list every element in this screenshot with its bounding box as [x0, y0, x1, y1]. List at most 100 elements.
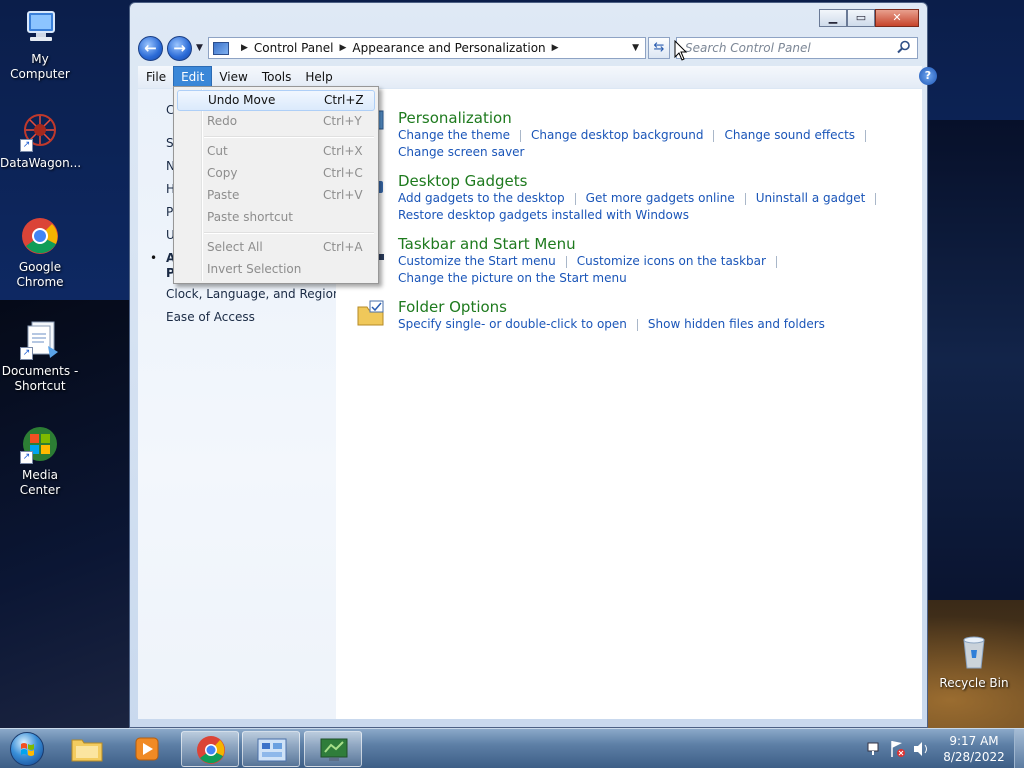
volume-icon[interactable]: [914, 742, 927, 756]
menu-item-cut[interactable]: Cut Ctrl+X: [177, 142, 375, 163]
control-panel-icon: [257, 738, 287, 762]
folder-icon: [71, 739, 103, 762]
refresh-button[interactable]: ⇆: [648, 37, 670, 59]
link-divider: [875, 192, 877, 205]
taskbar-remote-app-button[interactable]: [304, 731, 362, 767]
link-get-more-gadgets[interactable]: Get more gadgets online: [586, 191, 735, 205]
link-change-screen-saver[interactable]: Change screen saver: [398, 145, 525, 159]
link-divider: [520, 129, 522, 142]
menu-file[interactable]: File: [139, 67, 173, 87]
menu-item-paste[interactable]: Paste Ctrl+V: [177, 186, 375, 207]
link-change-sound-effects[interactable]: Change sound effects: [724, 128, 855, 142]
media-center-icon: ↗: [20, 424, 60, 464]
taskbar-explorer-button[interactable]: [58, 731, 116, 767]
menu-item-undo-move[interactable]: Undo Move Ctrl+Z: [177, 90, 375, 111]
menu-item-label: Paste: [207, 188, 240, 202]
search-icon[interactable]: [897, 40, 911, 54]
menu-item-copy[interactable]: Copy Ctrl+C: [177, 164, 375, 185]
back-button[interactable]: ←: [138, 36, 163, 61]
desktop-icon-label: My Computer: [10, 52, 70, 81]
taskbar-media-player-button[interactable]: [118, 731, 176, 767]
address-dropdown-icon[interactable]: ▼: [632, 43, 639, 53]
shortcut-arrow-icon: ↗: [20, 347, 33, 360]
menu-item-paste-shortcut[interactable]: Paste shortcut: [177, 208, 375, 229]
category-title-taskbar-start-menu[interactable]: Taskbar and Start Menu: [398, 235, 918, 253]
desktop-icon-label: Media Center: [19, 468, 61, 497]
help-icon[interactable]: ?: [919, 67, 937, 85]
desktop-icon-label: DataWagon...: [0, 156, 82, 170]
chevron-right-icon[interactable]: ▶: [241, 43, 248, 53]
close-button[interactable]: ✕: [875, 9, 919, 27]
link-show-hidden-files[interactable]: Show hidden files and folders: [648, 317, 825, 331]
start-button[interactable]: [4, 729, 50, 768]
navigation-bar: ← → ▼ ▶ Control Panel ▶ Appearance and P…: [138, 35, 922, 63]
category-folder-options: Folder Options Specify single- or double…: [398, 298, 918, 333]
link-change-desktop-background[interactable]: Change desktop background: [531, 128, 703, 142]
taskbar-control-panel-button[interactable]: [242, 731, 300, 767]
link-divider: [565, 255, 567, 268]
breadcrumb-appearance[interactable]: Appearance and Personalization: [352, 41, 545, 55]
menu-item-label: Copy: [207, 166, 238, 180]
recent-pages-dropdown-icon[interactable]: ▼: [196, 43, 203, 53]
menu-item-label: Redo: [207, 114, 238, 128]
menu-item-label: Undo Move: [208, 93, 276, 107]
menu-item-shortcut: Ctrl+X: [323, 144, 363, 158]
menu-edit[interactable]: Edit: [173, 66, 213, 88]
clock-date: 8/28/2022: [943, 750, 1005, 764]
maximize-button[interactable]: ▭: [847, 9, 875, 27]
nav-item-ease-of-access[interactable]: Ease of Access: [166, 310, 255, 324]
breadcrumb-control-panel[interactable]: Control Panel: [254, 41, 334, 55]
menu-item-label: Invert Selection: [207, 262, 302, 276]
taskbar-chrome-button[interactable]: [181, 731, 239, 767]
link-change-start-menu-picture[interactable]: Change the picture on the Start menu: [398, 271, 627, 285]
search-input[interactable]: [677, 38, 895, 58]
desktop-icon-recycle-bin[interactable]: Recycle Bin: [934, 632, 1014, 691]
desktop-icon-google-chrome[interactable]: Google Chrome: [0, 216, 80, 290]
category-personalization: Personalization Change the theme Change d…: [398, 109, 918, 161]
desktop-icon-my-computer[interactable]: My Computer: [0, 8, 80, 82]
desktop-icon-documents-shortcut[interactable]: ↗ Documents - Shortcut: [0, 320, 80, 394]
menu-item-select-all[interactable]: Select All Ctrl+A: [177, 238, 375, 259]
recycle-bin-icon: [954, 632, 994, 672]
link-change-theme[interactable]: Change the theme: [398, 128, 510, 142]
desktop-icon-datawagon[interactable]: ↗ DataWagon...: [0, 112, 82, 171]
address-bar[interactable]: ▶ Control Panel ▶ Appearance and Persona…: [208, 37, 646, 59]
chevron-right-icon[interactable]: ▶: [340, 43, 347, 53]
link-customize-start-menu[interactable]: Customize the Start menu: [398, 254, 556, 268]
desktop-icon-media-center[interactable]: ↗ Media Center: [0, 424, 80, 498]
nav-item-clock-language-region[interactable]: Clock, Language, and Region: [166, 287, 341, 301]
monitor-icon: [320, 738, 348, 761]
current-section-bullet: •: [150, 251, 158, 265]
category-taskbar-start-menu: Taskbar and Start Menu Customize the Sta…: [398, 235, 918, 287]
link-single-double-click[interactable]: Specify single- or double-click to open: [398, 317, 627, 331]
taskbar-clock[interactable]: 9:17 AM 8/28/2022: [938, 733, 1010, 765]
minimize-button[interactable]: ▁: [819, 9, 847, 27]
menu-item-label: Select All: [207, 240, 263, 254]
menu-view[interactable]: View: [212, 67, 254, 87]
link-customize-taskbar-icons[interactable]: Customize icons on the taskbar: [577, 254, 766, 268]
show-desktop-button[interactable]: [1014, 729, 1024, 768]
chevron-right-icon[interactable]: ▶: [552, 43, 559, 53]
menu-item-invert-selection[interactable]: Invert Selection: [177, 260, 375, 281]
link-uninstall-gadget[interactable]: Uninstall a gadget: [756, 191, 866, 205]
forward-button[interactable]: →: [167, 36, 192, 61]
menu-tools[interactable]: Tools: [255, 67, 299, 87]
datawagon-icon: ↗: [20, 112, 60, 152]
network-icon[interactable]: [867, 742, 879, 755]
desktop-icon-label: Documents - Shortcut: [1, 364, 79, 393]
action-center-flag-icon[interactable]: [891, 741, 905, 757]
menu-separator: [204, 232, 374, 234]
menu-item-redo[interactable]: Redo Ctrl+Y: [177, 112, 375, 133]
folder-options-icon: [357, 300, 384, 326]
menu-bar: File Edit View Tools Help: [138, 66, 922, 88]
category-title-folder-options[interactable]: Folder Options: [398, 298, 918, 316]
link-restore-gadgets[interactable]: Restore desktop gadgets installed with W…: [398, 208, 689, 222]
menu-help[interactable]: Help: [298, 67, 339, 87]
category-title-personalization[interactable]: Personalization: [398, 109, 918, 127]
link-divider: [636, 318, 638, 331]
link-add-gadgets[interactable]: Add gadgets to the desktop: [398, 191, 565, 205]
control-panel-icon: [213, 41, 229, 55]
category-title-desktop-gadgets[interactable]: Desktop Gadgets: [398, 172, 918, 190]
link-divider: [574, 192, 576, 205]
menu-item-shortcut: Ctrl+V: [323, 188, 363, 202]
